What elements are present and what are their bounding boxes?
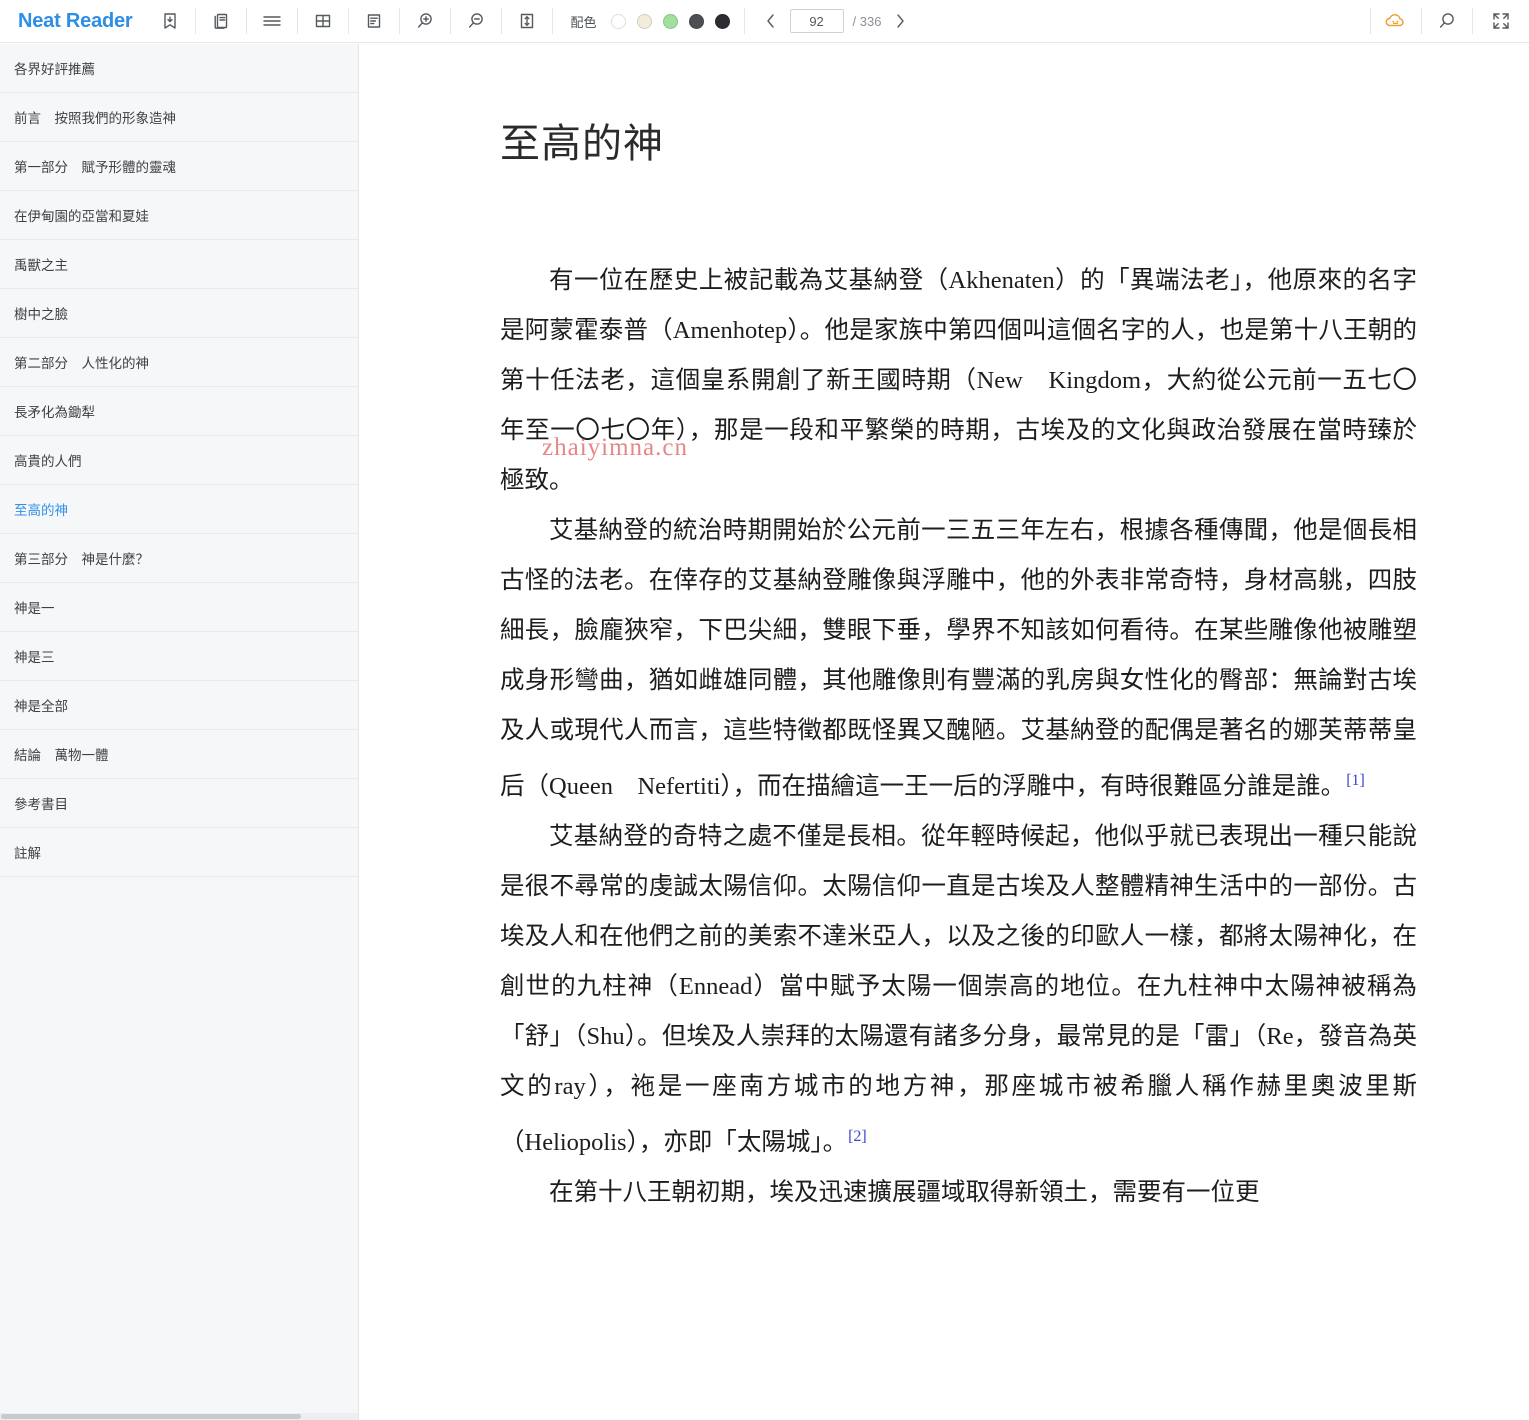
sidebar-horizontal-scrollbar[interactable] [0,1413,358,1420]
grid-icon[interactable] [298,0,348,43]
color-swatch-white[interactable] [610,13,626,29]
color-swatch-black[interactable] [714,13,730,29]
zoom-in-icon[interactable] [400,0,450,43]
cloud-sync-icon[interactable] [1371,0,1421,43]
paragraph-2: 艾基納登的統治時期開始於公元前一三五三年左右，根據各種傳聞，他是個長相古怪的法老… [500,506,1417,812]
line-height-icon[interactable] [502,0,552,43]
save-book-icon[interactable] [145,0,195,43]
sidebar-item-15[interactable]: 參考書目 [0,779,358,828]
color-swatch-sepia[interactable] [636,13,652,29]
color-scheme-group: 配色 [553,0,744,43]
sidebar-item-4[interactable]: 禹獸之主 [0,240,358,289]
sidebar-item-12[interactable]: 神是三 [0,632,358,681]
color-swatch-gray[interactable] [688,13,704,29]
sidebar-item-1[interactable]: 前言 按照我們的形象造神 [0,93,358,142]
sidebar-item-11[interactable]: 神是一 [0,583,358,632]
sidebar-scrollbar-thumb[interactable] [1,1414,301,1419]
paragraph-1-text: 有一位在歷史上被記載為艾基納登（Akhenaten）的「異端法老」，他原來的名字… [500,267,1417,494]
search-icon[interactable] [1422,0,1472,43]
sidebar-item-16[interactable]: 註解 [0,828,358,877]
paragraph-2-text: 艾基納登的統治時期開始於公元前一三五三年左右，根據各種傳聞，他是個長相古怪的法老… [500,517,1417,801]
toc-sidebar: 各界好評推薦 前言 按照我們的形象造神 第一部分 賦予形體的靈魂 在伊甸園的亞當… [0,44,359,1420]
top-toolbar: Neat Reader 配色 92 / 336 [0,0,1529,43]
page-total-label: / 336 [852,13,882,29]
next-page-button[interactable] [890,8,910,34]
sidebar-item-6[interactable]: 第二部分 人性化的神 [0,338,358,387]
reader-content-pane: 至高的神 有一位在歷史上被記載為艾基納登（Akhenaten）的「異端法老」，他… [360,44,1529,1420]
app-logo[interactable]: Neat Reader [0,0,145,43]
sidebar-item-9[interactable]: 至高的神 [0,485,358,534]
color-swatch-green[interactable] [662,13,678,29]
paragraph-4: 在第十八王朝初期，埃及迅速擴展疆域取得新領土，需要有一位更 [500,1168,1417,1218]
app-brand-name: Neat Reader [18,9,133,32]
toc-list: 各界好評推薦 前言 按照我們的形象造神 第一部分 賦予形體的靈魂 在伊甸園的亞當… [0,44,358,877]
sidebar-item-13[interactable]: 神是全部 [0,681,358,730]
prev-page-button[interactable] [761,8,781,34]
page-number-input[interactable] [789,9,844,33]
fullscreen-icon[interactable] [1473,0,1529,43]
page-navigation: / 336 [745,0,927,43]
paragraph-3: 艾基納登的奇特之處不僅是長相。從年輕時候起，他似乎就已表現出一種只能說是很不尋常… [500,812,1417,1168]
notes-icon[interactable] [349,0,399,43]
library-icon[interactable] [196,0,246,43]
sidebar-item-5[interactable]: 樹中之臉 [0,289,358,338]
book-page: 至高的神 有一位在歷史上被記載為艾基納登（Akhenaten）的「異端法老」，他… [360,44,1529,1218]
sidebar-item-10[interactable]: 第三部分 神是什麼？ [0,534,358,583]
sidebar-item-2[interactable]: 第一部分 賦予形體的靈魂 [0,142,358,191]
page-title: 至高的神 [500,121,664,166]
paragraph-1: 有一位在歷史上被記載為艾基納登（Akhenaten）的「異端法老」，他原來的名字… [500,256,1417,506]
paragraph-3-text: 艾基納登的奇特之處不僅是長相。從年輕時候起，他似乎就已表現出一種只能說是很不尋常… [500,823,1417,1157]
sidebar-item-7[interactable]: 長矛化為鋤犁 [0,387,358,436]
paragraph-4-text: 在第十八王朝初期，埃及迅速擴展疆域取得新領土，需要有一位更 [549,1179,1260,1207]
zoom-out-icon[interactable] [451,0,501,43]
menu-icon[interactable] [247,0,297,43]
footnote-ref-1[interactable]: [1] [1346,772,1365,789]
sidebar-item-8[interactable]: 高貴的人們 [0,436,358,485]
color-scheme-label: 配色 [570,14,597,30]
sidebar-item-14[interactable]: 結論 萬物一體 [0,730,358,779]
sidebar-item-3[interactable]: 在伊甸園的亞當和夏娃 [0,191,358,240]
sidebar-item-0[interactable]: 各界好評推薦 [0,44,358,93]
footnote-ref-2[interactable]: [2] [848,1128,867,1145]
